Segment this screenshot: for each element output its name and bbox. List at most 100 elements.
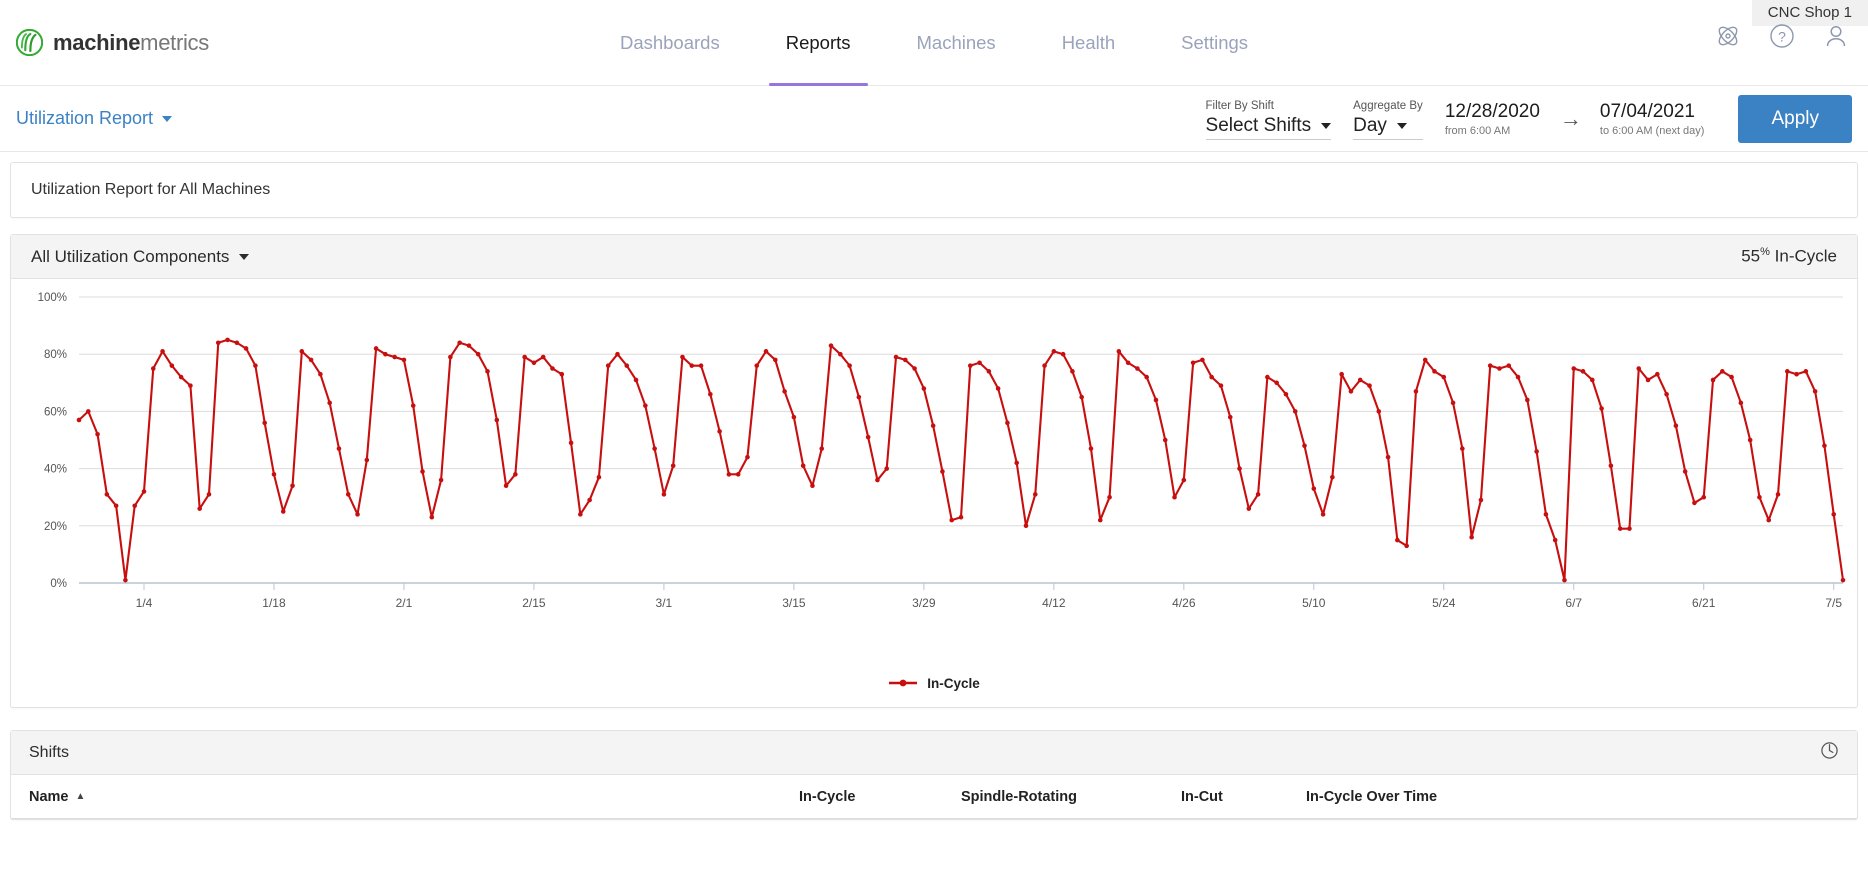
series-point[interactable] <box>1153 397 1159 403</box>
series-point[interactable] <box>1320 512 1326 517</box>
series-point[interactable] <box>457 340 462 346</box>
series-point[interactable] <box>1311 486 1317 491</box>
series-point[interactable] <box>708 391 713 397</box>
series-point[interactable] <box>1543 512 1549 517</box>
series-point[interactable] <box>735 472 741 477</box>
series-point[interactable] <box>605 363 611 368</box>
series-point[interactable] <box>902 357 908 363</box>
series-point[interactable] <box>160 349 165 354</box>
series-point[interactable] <box>940 469 945 474</box>
series-point[interactable] <box>1302 443 1307 449</box>
nav-item-machines[interactable]: Machines <box>884 0 1029 86</box>
series-point[interactable] <box>1330 474 1335 480</box>
series-point[interactable] <box>1562 577 1567 583</box>
series-point[interactable] <box>1515 374 1521 380</box>
series-point[interactable] <box>1506 363 1512 368</box>
series-point[interactable] <box>763 349 769 354</box>
nav-item-health[interactable]: Health <box>1029 0 1148 86</box>
series-point[interactable] <box>930 423 936 428</box>
series-point[interactable] <box>76 417 82 423</box>
series-point[interactable] <box>188 383 193 388</box>
series-point[interactable] <box>643 403 648 408</box>
series-point[interactable] <box>1655 371 1660 377</box>
series-point[interactable] <box>215 340 221 346</box>
series-point[interactable] <box>986 369 992 374</box>
series-point[interactable] <box>1784 369 1790 374</box>
series-point[interactable] <box>559 371 565 377</box>
column-header-spindle-rotating[interactable]: Spindle-Rotating <box>961 789 1181 805</box>
series-point[interactable] <box>1636 366 1642 371</box>
user-account-icon[interactable] <box>1822 22 1850 50</box>
series-point[interactable] <box>958 514 964 520</box>
utilization-line-chart[interactable]: 0% 20% 40% 60% 80% 100% 1/4 1/18 2/1 2/15 3/1 3/15 3… <box>11 279 1857 659</box>
series-point[interactable] <box>123 577 128 583</box>
series-point[interactable] <box>503 483 509 489</box>
shift-select-dropdown[interactable]: Select Shifts <box>1205 114 1332 140</box>
series-point[interactable] <box>1478 497 1484 503</box>
settings-gear-icon[interactable] <box>1820 741 1839 765</box>
series-point[interactable] <box>1255 492 1261 497</box>
series-point[interactable] <box>856 394 862 400</box>
series-point[interactable] <box>1051 349 1057 354</box>
series-point[interactable] <box>1692 500 1697 506</box>
series-point[interactable] <box>475 351 481 357</box>
series-point[interactable] <box>1608 463 1614 469</box>
column-header-in-cycle-over-time[interactable]: In-Cycle Over Time <box>1306 789 1526 805</box>
series-point[interactable] <box>1395 537 1400 543</box>
series-point[interactable] <box>1617 526 1623 531</box>
series-point[interactable] <box>318 371 323 377</box>
series-point[interactable] <box>1079 394 1084 400</box>
series-point[interactable] <box>1209 374 1214 380</box>
series-point[interactable] <box>578 512 583 517</box>
series-point[interactable] <box>1803 369 1809 374</box>
series-point[interactable] <box>1404 543 1409 549</box>
series-point[interactable] <box>1422 357 1428 363</box>
series-point[interactable] <box>717 429 722 434</box>
series-point[interactable] <box>401 357 407 363</box>
series-point[interactable] <box>661 492 667 497</box>
series-point[interactable] <box>782 389 787 394</box>
series-point[interactable] <box>1413 389 1419 394</box>
series-point[interactable] <box>1357 377 1363 383</box>
series-point[interactable] <box>522 354 527 360</box>
series-point[interactable] <box>1023 523 1029 529</box>
series-point[interactable] <box>1720 369 1725 374</box>
series-point[interactable] <box>438 477 444 483</box>
series-point[interactable] <box>1525 397 1530 403</box>
series-point[interactable] <box>1060 351 1066 357</box>
series-point[interactable] <box>865 434 871 440</box>
series-point[interactable] <box>893 354 899 360</box>
series-point[interactable] <box>1246 506 1252 511</box>
series-point[interactable] <box>754 363 760 368</box>
nav-item-settings[interactable]: Settings <box>1148 0 1281 86</box>
series-point[interactable] <box>1831 512 1837 517</box>
series-point[interactable] <box>550 366 555 371</box>
series-point[interactable] <box>1766 517 1772 523</box>
series-point[interactable] <box>253 363 258 368</box>
series-point[interactable] <box>1367 383 1372 388</box>
series-point[interactable] <box>652 446 657 451</box>
series-point[interactable] <box>1460 446 1465 451</box>
series-point[interactable] <box>1840 577 1846 583</box>
series-point[interactable] <box>1590 377 1595 383</box>
series-point[interactable] <box>336 446 342 451</box>
series-point[interactable] <box>912 366 917 371</box>
series-point[interactable] <box>1432 369 1437 374</box>
series-point[interactable] <box>85 409 91 414</box>
series-point[interactable] <box>596 474 602 480</box>
series-point[interactable] <box>280 509 286 514</box>
series-point[interactable] <box>1042 363 1047 368</box>
series-point[interactable] <box>327 400 332 406</box>
series-point[interactable] <box>448 354 453 360</box>
series-point[interactable] <box>773 357 778 363</box>
series-point[interactable] <box>698 363 704 368</box>
series-point[interactable] <box>1237 466 1242 471</box>
series-point[interactable] <box>1014 460 1020 466</box>
series-point[interactable] <box>466 343 472 348</box>
series-point[interactable] <box>494 417 500 423</box>
series-point[interactable] <box>1599 406 1604 411</box>
series-point[interactable] <box>1339 371 1344 377</box>
series-point[interactable] <box>819 446 825 451</box>
series-point[interactable] <box>1534 449 1539 454</box>
column-header-in-cut[interactable]: In-Cut <box>1181 789 1306 805</box>
